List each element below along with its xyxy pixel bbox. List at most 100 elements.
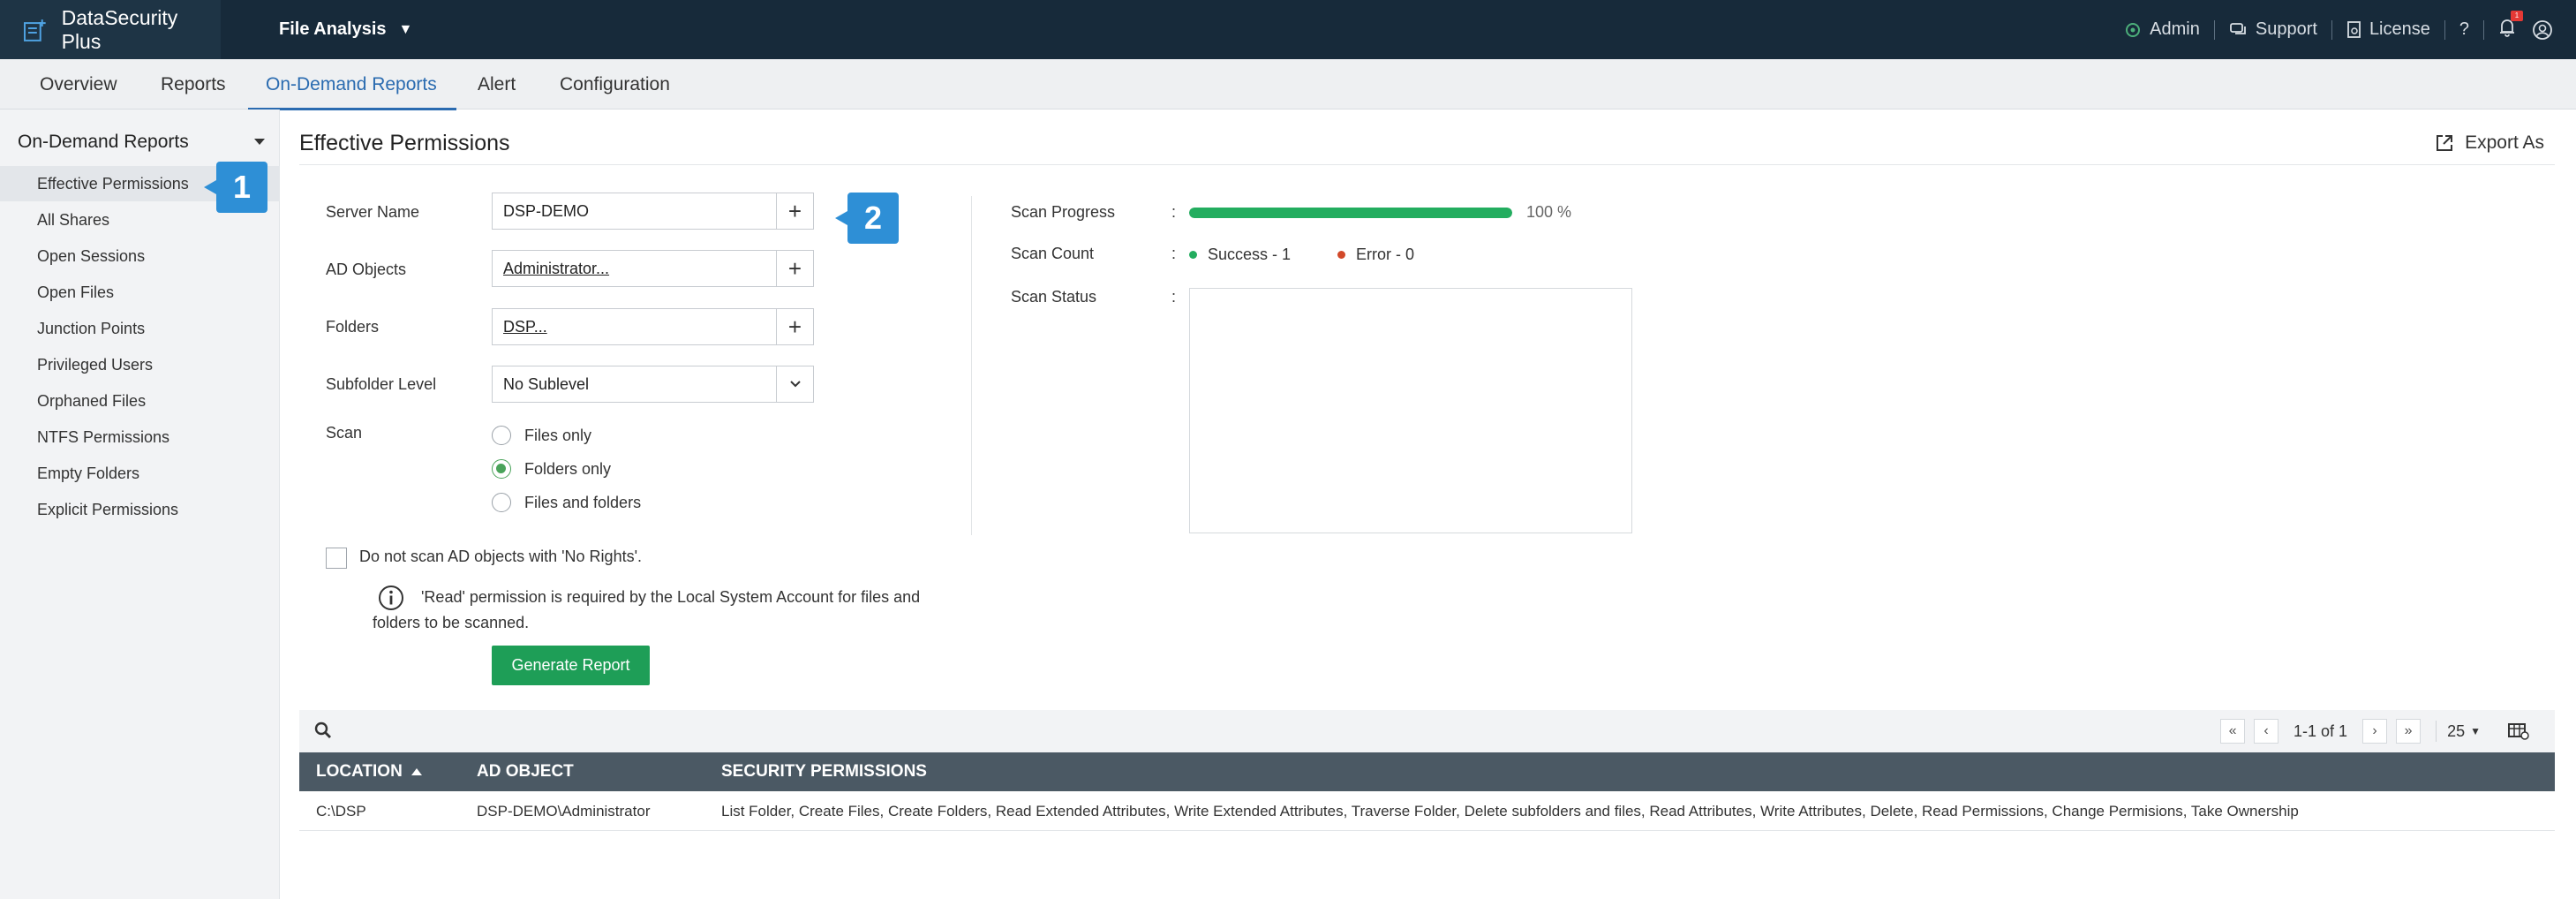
top-right-links: Admin Support License ? 1 — [2123, 0, 2553, 59]
support-link[interactable]: Support — [2229, 19, 2317, 40]
export-as-button[interactable]: Export As — [2435, 132, 2544, 154]
cell-location: C:\DSP — [316, 802, 366, 820]
chat-icon — [2229, 22, 2246, 34]
export-label: Export As — [2465, 132, 2544, 153]
error-dot-icon — [1337, 251, 1345, 259]
app-name: DataSecurity Plus — [61, 5, 178, 53]
column-ad-object[interactable]: AD OBJECT — [477, 752, 574, 791]
server-name-field[interactable]: DSP-DEMO + — [492, 193, 814, 230]
success-dot-icon — [1189, 251, 1197, 259]
subfolder-level-select[interactable]: No Sublevel — [492, 366, 814, 403]
tab-on-demand-reports[interactable]: On-Demand Reports — [248, 59, 456, 110]
step-callout-1: 1 — [204, 162, 267, 213]
add-server-button[interactable]: + — [776, 193, 813, 229]
divider — [2444, 19, 2445, 40]
ad-objects-field[interactable]: Administrator... + — [492, 250, 814, 287]
scan-progress-label: Scan Progress — [1011, 203, 1116, 221]
tab-configuration[interactable]: Configuration — [560, 59, 670, 110]
sidebar-item-open-files[interactable]: Open Files — [0, 275, 280, 310]
export-icon — [2437, 135, 2453, 151]
colon: : — [1171, 245, 1177, 262]
search-icon[interactable] — [313, 721, 333, 740]
success-count-text: Success - 1 — [1208, 246, 1292, 263]
sidebar-item-orphaned-files[interactable]: Orphaned Files — [0, 383, 280, 419]
error-count: Error - 0 — [1337, 246, 1414, 264]
caret-down-icon: ▼ — [398, 21, 413, 37]
per-page-value: 25 — [2447, 721, 2466, 740]
prev-page-icon[interactable]: ‹ — [2254, 719, 2279, 744]
per-page-select[interactable]: 25 ▼ — [2447, 722, 2481, 741]
column-label: LOCATION — [316, 762, 403, 781]
pagination: « ‹ 1-1 of 1 › » 25 ▼ — [2216, 710, 2555, 752]
scan-count-label: Scan Count — [1011, 245, 1095, 262]
scan-status-box — [1189, 288, 1632, 533]
sidebar-item-empty-folders[interactable]: Empty Folders — [0, 456, 280, 491]
server-name-value: DSP-DEMO — [503, 201, 590, 220]
tab-reports[interactable]: Reports — [161, 59, 226, 110]
table-row[interactable]: C:\DSP DSP-DEMO\Administrator List Folde… — [299, 791, 2555, 831]
help-icon[interactable]: ? — [2459, 19, 2469, 40]
scan-status-label: Scan Status — [1011, 288, 1097, 306]
collapse-caret-icon[interactable] — [254, 139, 265, 145]
add-folders-button[interactable]: + — [776, 309, 813, 344]
sidebar-item-ntfs-permissions[interactable]: NTFS Permissions — [0, 419, 280, 455]
notifications-bell-icon[interactable]: 1 — [2498, 10, 2523, 42]
column-location[interactable]: LOCATION — [316, 752, 422, 791]
sidebar-item-junction-points[interactable]: Junction Points — [0, 311, 280, 346]
scan-files-and-folders-radio[interactable]: Files and folders — [492, 493, 641, 512]
divider — [2331, 19, 2332, 40]
subfolder-level-value: No Sublevel — [503, 374, 590, 393]
tab-alert[interactable]: Alert — [478, 59, 516, 110]
app-brand[interactable]: DataSecurity Plus — [0, 0, 221, 59]
user-avatar-icon[interactable] — [2532, 19, 2553, 41]
no-rights-label: Do not scan AD objects with 'No Rights'. — [359, 548, 643, 565]
divider — [2436, 721, 2437, 742]
tab-overview[interactable]: Overview — [40, 59, 117, 110]
scan-progress-bar — [1189, 208, 1512, 218]
radio-circle — [492, 426, 511, 445]
sidebar-item-open-sessions[interactable]: Open Sessions — [0, 238, 280, 274]
info-text: 'Read' permission is required by the Loc… — [373, 588, 921, 631]
main-nav: Overview Reports On-Demand Reports Alert… — [0, 59, 2576, 110]
sidebar-header[interactable]: On-Demand Reports — [18, 132, 189, 153]
server-name-label: Server Name — [326, 203, 420, 221]
table-toolbar: « ‹ 1-1 of 1 › » 25 ▼ — [299, 710, 2555, 752]
scan-folders-only-radio[interactable]: Folders only — [492, 459, 611, 479]
license-link[interactable]: License — [2346, 19, 2430, 40]
next-page-icon[interactable]: › — [2362, 719, 2388, 744]
ad-objects-label: AD Objects — [326, 261, 407, 278]
radio-circle — [492, 493, 511, 512]
app-logo-icon — [23, 19, 46, 42]
top-bar: DataSecurity Plus File Analysis ▼ Admin … — [0, 0, 2576, 59]
caret-down-icon: ▼ — [2470, 725, 2481, 737]
chevron-down-icon[interactable] — [776, 366, 813, 402]
support-label: Support — [2255, 19, 2317, 39]
add-ad-objects-button[interactable]: + — [776, 251, 813, 286]
first-page-icon[interactable]: « — [2220, 719, 2246, 744]
ad-objects-value[interactable]: Administrator... — [493, 260, 776, 278]
divider — [2213, 19, 2215, 40]
folders-field[interactable]: DSP... + — [492, 308, 814, 345]
colon: : — [1171, 288, 1177, 306]
column-security-permissions[interactable]: SECURITY PERMISSIONS — [721, 752, 927, 791]
module-switcher[interactable]: File Analysis ▼ — [279, 0, 412, 59]
radio-circle-selected — [492, 459, 511, 479]
sidebar-item-explicit-permissions[interactable]: Explicit Permissions — [0, 492, 280, 527]
sidebar-item-privileged-users[interactable]: Privileged Users — [0, 347, 280, 382]
last-page-icon[interactable]: » — [2396, 719, 2422, 744]
admin-label: Admin — [2150, 19, 2200, 39]
generate-report-button[interactable]: Generate Report — [492, 646, 650, 685]
license-icon — [2347, 20, 2361, 38]
column-chooser-icon[interactable] — [2507, 721, 2530, 741]
scan-files-only-radio[interactable]: Files only — [492, 426, 591, 445]
folders-label: Folders — [326, 318, 380, 336]
radio-label: Folders only — [524, 459, 612, 478]
scan-progress-fill — [1189, 208, 1512, 218]
admin-link[interactable]: Admin — [2123, 19, 2200, 40]
radio-label: Files and folders — [524, 493, 642, 511]
admin-gear-icon — [2126, 22, 2141, 37]
page-info: 1-1 of 1 — [2294, 721, 2348, 740]
no-rights-checkbox[interactable] — [326, 548, 347, 569]
folders-value[interactable]: DSP... — [493, 318, 776, 336]
license-label: License — [2369, 19, 2430, 39]
